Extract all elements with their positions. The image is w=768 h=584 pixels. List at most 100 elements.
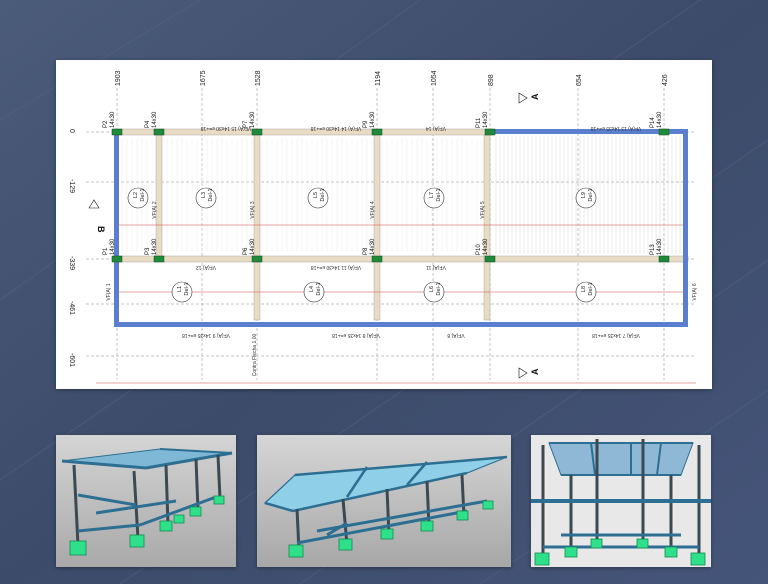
pillar-label: P6 (243, 247, 249, 255)
beam-label: VF(A) 4 (370, 201, 376, 218)
slab-type-label: Del-1 (140, 188, 146, 201)
pillar-label: P14 (650, 117, 656, 128)
grid-label-x: 654 (576, 74, 583, 86)
pillar-p11 (484, 128, 496, 136)
structural-plan-panel: L1 Del-1 L2 Del-1 L3 Del-1 L4 Del-1 L5 Del-1 L6 Del… (56, 60, 712, 389)
slab-type-label: Del-1 (316, 282, 322, 295)
pillar-section-label: 14x30 (483, 111, 489, 128)
pillar-label: P11 (476, 117, 482, 128)
slab-label: L1 (177, 286, 183, 292)
pillar-p7 (251, 128, 263, 136)
grid-label-y: 0 (68, 129, 75, 133)
pillar-p8 (371, 255, 383, 263)
3d-view-perspective-inside (531, 435, 711, 567)
pillar-p14 (658, 128, 670, 136)
pillar-label: P3 (145, 247, 151, 255)
beam-label: Contra Flecha 1.00 (252, 334, 258, 377)
pillar-section-label: 14x30 (152, 238, 158, 255)
pillar-label: P10 (476, 244, 482, 255)
pillar-label: P13 (650, 244, 656, 255)
pillar-p3 (153, 255, 165, 263)
beam-label: VF(A) 14 (426, 125, 446, 131)
beam-vertical-p4 (155, 134, 163, 257)
structural-plan-drawing: L1 Del-1L2 Del-1 L3 Del-1L4 Del-1L5 Del-1L6 Del… (68, 70, 698, 384)
pillar-label: P2 (103, 120, 109, 128)
pillar-label: P1 (103, 247, 109, 255)
slab-label: L4 (309, 286, 315, 292)
slab-type-label: Del-1 (436, 188, 442, 201)
pillar-section-label: 14x30 (657, 111, 663, 128)
beam-label: VF(A) 2 (152, 201, 158, 218)
3d-view-perspective-front (257, 435, 511, 567)
slab-type-label: Del-1 (588, 282, 594, 295)
grid-label-x: 1194 (375, 71, 382, 86)
grid-label-y: -601 (68, 353, 75, 367)
section-mark-b: B (88, 199, 106, 233)
pillar-section-label: 14x30 (657, 238, 663, 255)
beam-label: VF(A) 15 14x30 e=+18 (200, 125, 251, 131)
3d-view-perspective-left (56, 435, 236, 567)
pillar-section-label: 14x30 (370, 238, 376, 255)
beam-vertical-p6 (253, 261, 261, 321)
pillar-p6 (251, 255, 263, 263)
slab-label: L6 (429, 286, 435, 292)
pillar-p10 (484, 255, 496, 263)
beam-label: VF(A) 6 (692, 283, 698, 300)
pillar-p9 (371, 128, 383, 136)
pillar-section-label: 14x30 (110, 238, 116, 255)
beam-label: VF(A) 5 (480, 201, 486, 218)
grid-label-y: -129 (68, 179, 75, 193)
beam-middle-left (113, 255, 493, 263)
beam-left-blue (114, 129, 119, 327)
pillar-section-label: 14x30 (250, 238, 256, 255)
pillar-label: P9 (363, 120, 369, 128)
svg-text:A: A (530, 368, 540, 375)
svg-text:B: B (96, 226, 106, 233)
beam-label: VF(A) 12 (196, 264, 216, 270)
slab-type-label: Del-1 (320, 188, 326, 201)
slab-label: L5 (313, 192, 319, 198)
slab-type-label: Del-1 (436, 282, 442, 295)
slab-type-label: Del-1 (208, 188, 214, 201)
section-mark-a-top: A (518, 92, 540, 104)
slab-type-label: Del-1 (184, 282, 190, 295)
grid-label-x: 1903 (115, 70, 122, 86)
grid-label-y: -461 (68, 301, 75, 315)
beam-label: VF(A) 3 (250, 201, 256, 218)
grid-label-x: 898 (488, 74, 495, 86)
beam-top-right-blue (488, 129, 688, 134)
pillar-section-label: 14x30 (152, 111, 158, 128)
beam-label: VF(A) 7 14x35 e=+18 (592, 332, 640, 338)
pillar-p1 (111, 255, 123, 263)
pillar-label: P4 (145, 120, 151, 128)
beam-right-blue (683, 129, 688, 327)
beam-label: VF(A) 9 14x35 e=+18 (182, 332, 230, 338)
pillar-label: P8 (363, 247, 369, 255)
slab-type-label: Del-1 (588, 188, 594, 201)
beam-label: VF(A) 14 14x30 e=+18 (310, 125, 361, 131)
slab-label: L9 (581, 192, 587, 198)
grid-label-x: 1675 (200, 70, 207, 86)
beam-label: VF(A) 8 (447, 332, 464, 338)
grid-label-x: 426 (662, 74, 669, 86)
slab-label: L2 (133, 192, 139, 198)
pillar-section-label: 14x30 (370, 111, 376, 128)
beam-label: VF(A) 1 (106, 283, 112, 300)
beam-label: VF(A) 11 14x30 e=+18 (311, 264, 361, 270)
grid-label-y: -339 (68, 256, 75, 270)
beam-label: VF(A) 11 (426, 264, 446, 270)
svg-text:A: A (530, 93, 540, 100)
grid-label-x: 1528 (255, 70, 262, 86)
pillar-p13 (658, 255, 670, 263)
pillar-p2 (111, 128, 123, 136)
slab-label: L7 (429, 192, 435, 198)
beam-bottom-blue (114, 322, 688, 327)
pillar-p4 (153, 128, 165, 136)
slab-label: L3 (201, 192, 207, 198)
section-mark-a-bottom: A (518, 367, 540, 379)
beam-label: VF(A) 13 14x35 e=+18 (590, 125, 641, 131)
pillar-section-label: 14x30 (110, 111, 116, 128)
pillar-section-label: 14x30 (483, 238, 489, 255)
slab-label: L8 (581, 286, 587, 292)
beam-middle-right (491, 255, 689, 263)
